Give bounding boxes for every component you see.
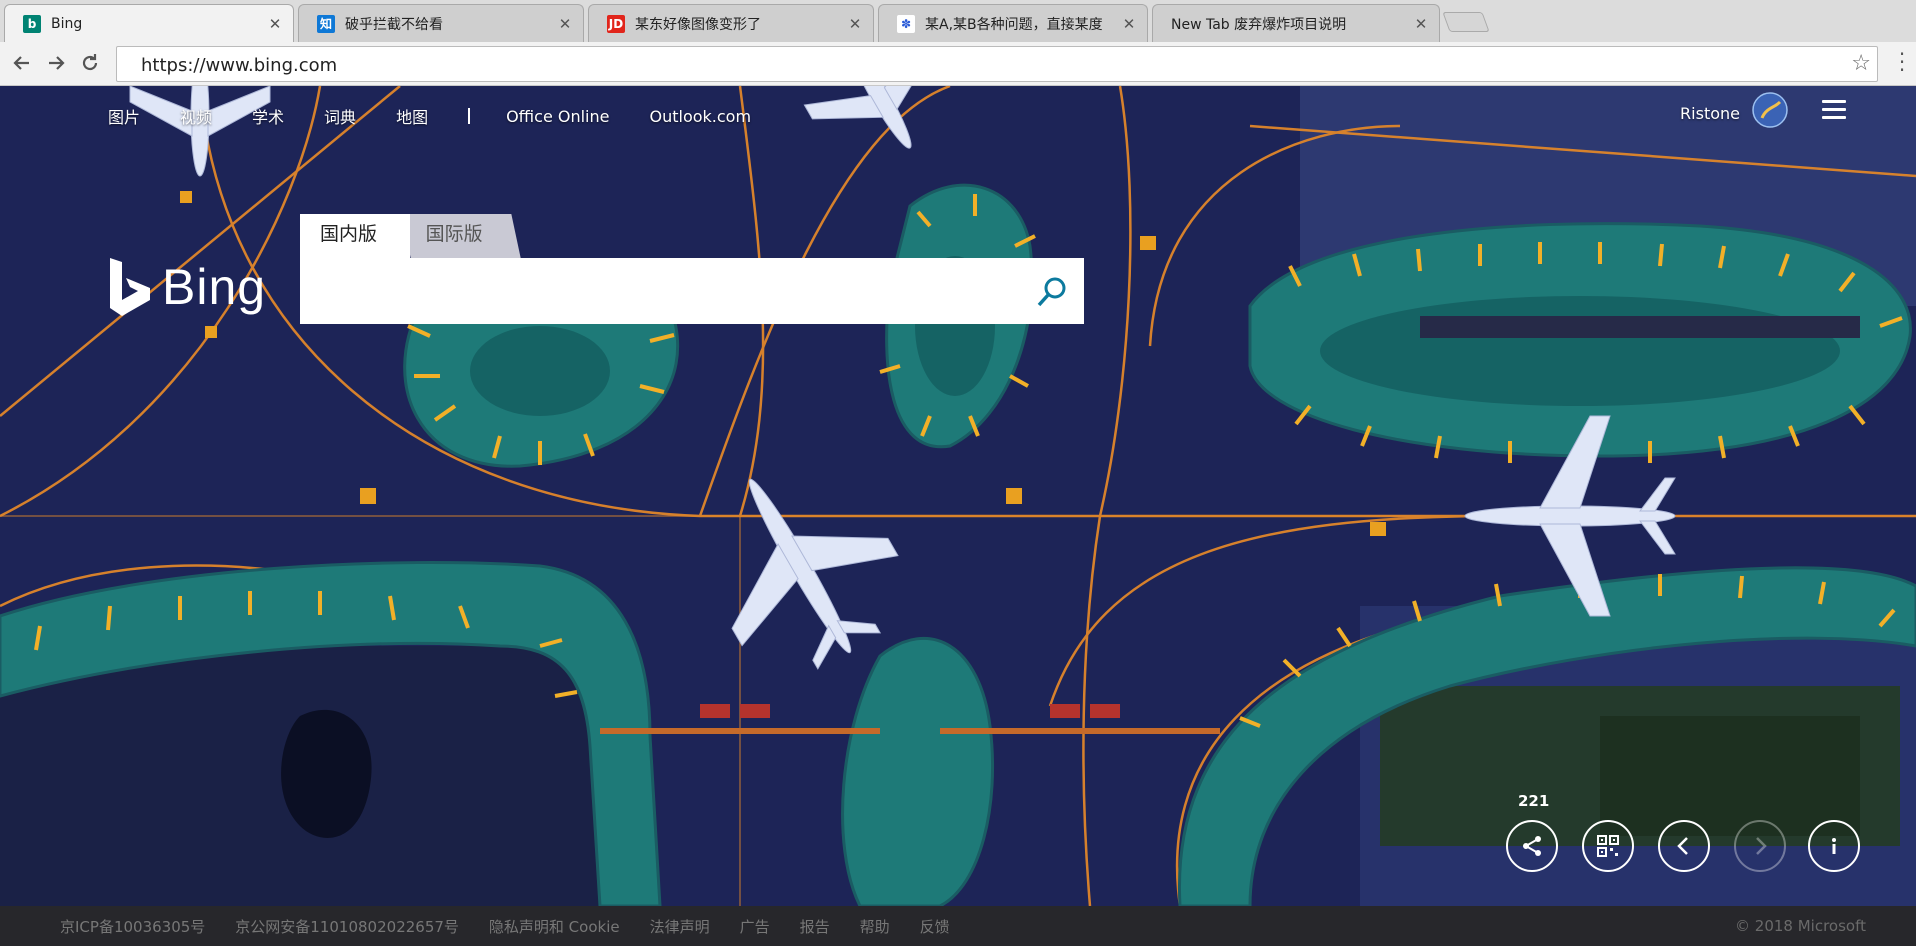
nav-dictionary[interactable]: 词典 bbox=[324, 104, 356, 128]
logo-text: Bing bbox=[162, 259, 267, 315]
info-icon[interactable] bbox=[1808, 820, 1860, 872]
footer-link-ads[interactable]: 广告 bbox=[740, 916, 770, 937]
browser-toolbar: https://www.bing.com ☆ · · · bbox=[0, 42, 1916, 86]
tab-close-icon[interactable]: ✕ bbox=[847, 15, 863, 33]
previous-icon[interactable] bbox=[1658, 820, 1710, 872]
bing-logo[interactable]: Bing bbox=[108, 256, 266, 318]
footer-link-report[interactable]: 报告 bbox=[800, 916, 830, 937]
tab-close-icon[interactable]: ✕ bbox=[267, 15, 283, 33]
star-icon[interactable]: ☆ bbox=[1851, 51, 1871, 76]
copyright: © 2018 Microsoft bbox=[1735, 917, 1866, 935]
menu-icon[interactable] bbox=[1822, 100, 1846, 120]
tab-title: 破乎拦截不给看 bbox=[345, 16, 443, 33]
footer-link-icp[interactable]: 京ICP备10036305号 bbox=[60, 916, 205, 937]
url-text[interactable]: https://www.bing.com bbox=[141, 55, 337, 76]
footer-links: 京ICP备10036305号 京公网安备11010802022657号 隐私声明… bbox=[60, 916, 980, 937]
footer-link-police[interactable]: 京公网安备11010802022657号 bbox=[235, 916, 459, 937]
new-tab-button[interactable] bbox=[1442, 12, 1490, 32]
tab-title: Bing bbox=[51, 15, 83, 32]
top-navigation: 图片 视频 学术 词典 地图 Office Online Outlook.com bbox=[108, 104, 791, 128]
tab-title: 某东好像图像变形了 bbox=[635, 16, 761, 33]
share-icon[interactable] bbox=[1506, 820, 1558, 872]
search-icon[interactable] bbox=[1034, 274, 1070, 310]
tab-jd[interactable]: JD 某东好像图像变形了 ✕ bbox=[588, 4, 874, 42]
tab-close-icon[interactable]: ✕ bbox=[1121, 15, 1137, 33]
nav-videos[interactable]: 视频 bbox=[180, 104, 212, 128]
tab-strip: b Bing ✕ 知 破乎拦截不给看 ✕ JD 某东好像图像变形了 ✕ ✽ 某A… bbox=[0, 0, 1916, 42]
nav-divider bbox=[468, 108, 471, 124]
footer-link-legal[interactable]: 法律声明 bbox=[650, 916, 710, 937]
jd-favicon-icon: JD bbox=[607, 14, 625, 33]
nav-images[interactable]: 图片 bbox=[108, 104, 140, 128]
nav-maps[interactable]: 地图 bbox=[396, 104, 428, 128]
bing-favicon-icon: b bbox=[23, 14, 41, 33]
reload-icon[interactable] bbox=[78, 52, 102, 76]
tab-close-icon[interactable]: ✕ bbox=[557, 15, 573, 33]
background-aerial-image bbox=[0, 86, 1916, 906]
tab-title: 某A,某B各种问题，直接某度 bbox=[925, 16, 1103, 33]
bing-homepage: 图片 视频 学术 词典 地图 Office Online Outlook.com… bbox=[0, 86, 1916, 906]
tab-baidu[interactable]: ✽ 某A,某B各种问题，直接某度 ✕ bbox=[878, 4, 1148, 42]
nav-office-online[interactable]: Office Online bbox=[506, 107, 609, 126]
nav-outlook[interactable]: Outlook.com bbox=[649, 107, 751, 126]
footer: 京ICP备10036305号 京公网安备11010802022657号 隐私声明… bbox=[0, 906, 1916, 946]
tab-bing[interactable]: b Bing ✕ bbox=[4, 4, 294, 42]
share-count: 221 bbox=[1518, 792, 1550, 810]
footer-link-feedback[interactable]: 反馈 bbox=[920, 916, 950, 937]
qr-code-icon[interactable] bbox=[1582, 820, 1634, 872]
search-box bbox=[300, 258, 1084, 324]
account-name[interactable]: Ristone bbox=[1680, 104, 1740, 123]
tab-international[interactable]: 国际版 bbox=[401, 214, 521, 258]
avatar[interactable] bbox=[1752, 92, 1788, 128]
zhihu-favicon-icon: 知 bbox=[317, 14, 335, 33]
footer-link-help[interactable]: 帮助 bbox=[860, 916, 890, 937]
footer-link-privacy[interactable]: 隐私声明和 Cookie bbox=[489, 916, 620, 937]
tab-title: New Tab 废弃爆炸项目说明 bbox=[1171, 16, 1347, 33]
baidu-favicon-icon: ✽ bbox=[897, 14, 915, 33]
tab-domestic[interactable]: 国内版 bbox=[300, 214, 410, 258]
more-menu-icon[interactable]: · · · bbox=[1894, 44, 1910, 80]
tab-close-icon[interactable]: ✕ bbox=[1413, 15, 1429, 33]
bing-b-icon bbox=[110, 258, 150, 316]
back-arrow-icon[interactable] bbox=[10, 52, 34, 76]
next-icon[interactable] bbox=[1734, 820, 1786, 872]
forward-arrow-icon[interactable] bbox=[44, 52, 68, 76]
address-bar[interactable]: https://www.bing.com ☆ bbox=[116, 46, 1878, 82]
search-input[interactable] bbox=[312, 268, 1012, 314]
nav-academic[interactable]: 学术 bbox=[252, 104, 284, 128]
tab-zhihu[interactable]: 知 破乎拦截不给看 ✕ bbox=[298, 4, 584, 42]
tab-newtab[interactable]: New Tab 废弃爆炸项目说明 ✕ bbox=[1152, 4, 1440, 42]
